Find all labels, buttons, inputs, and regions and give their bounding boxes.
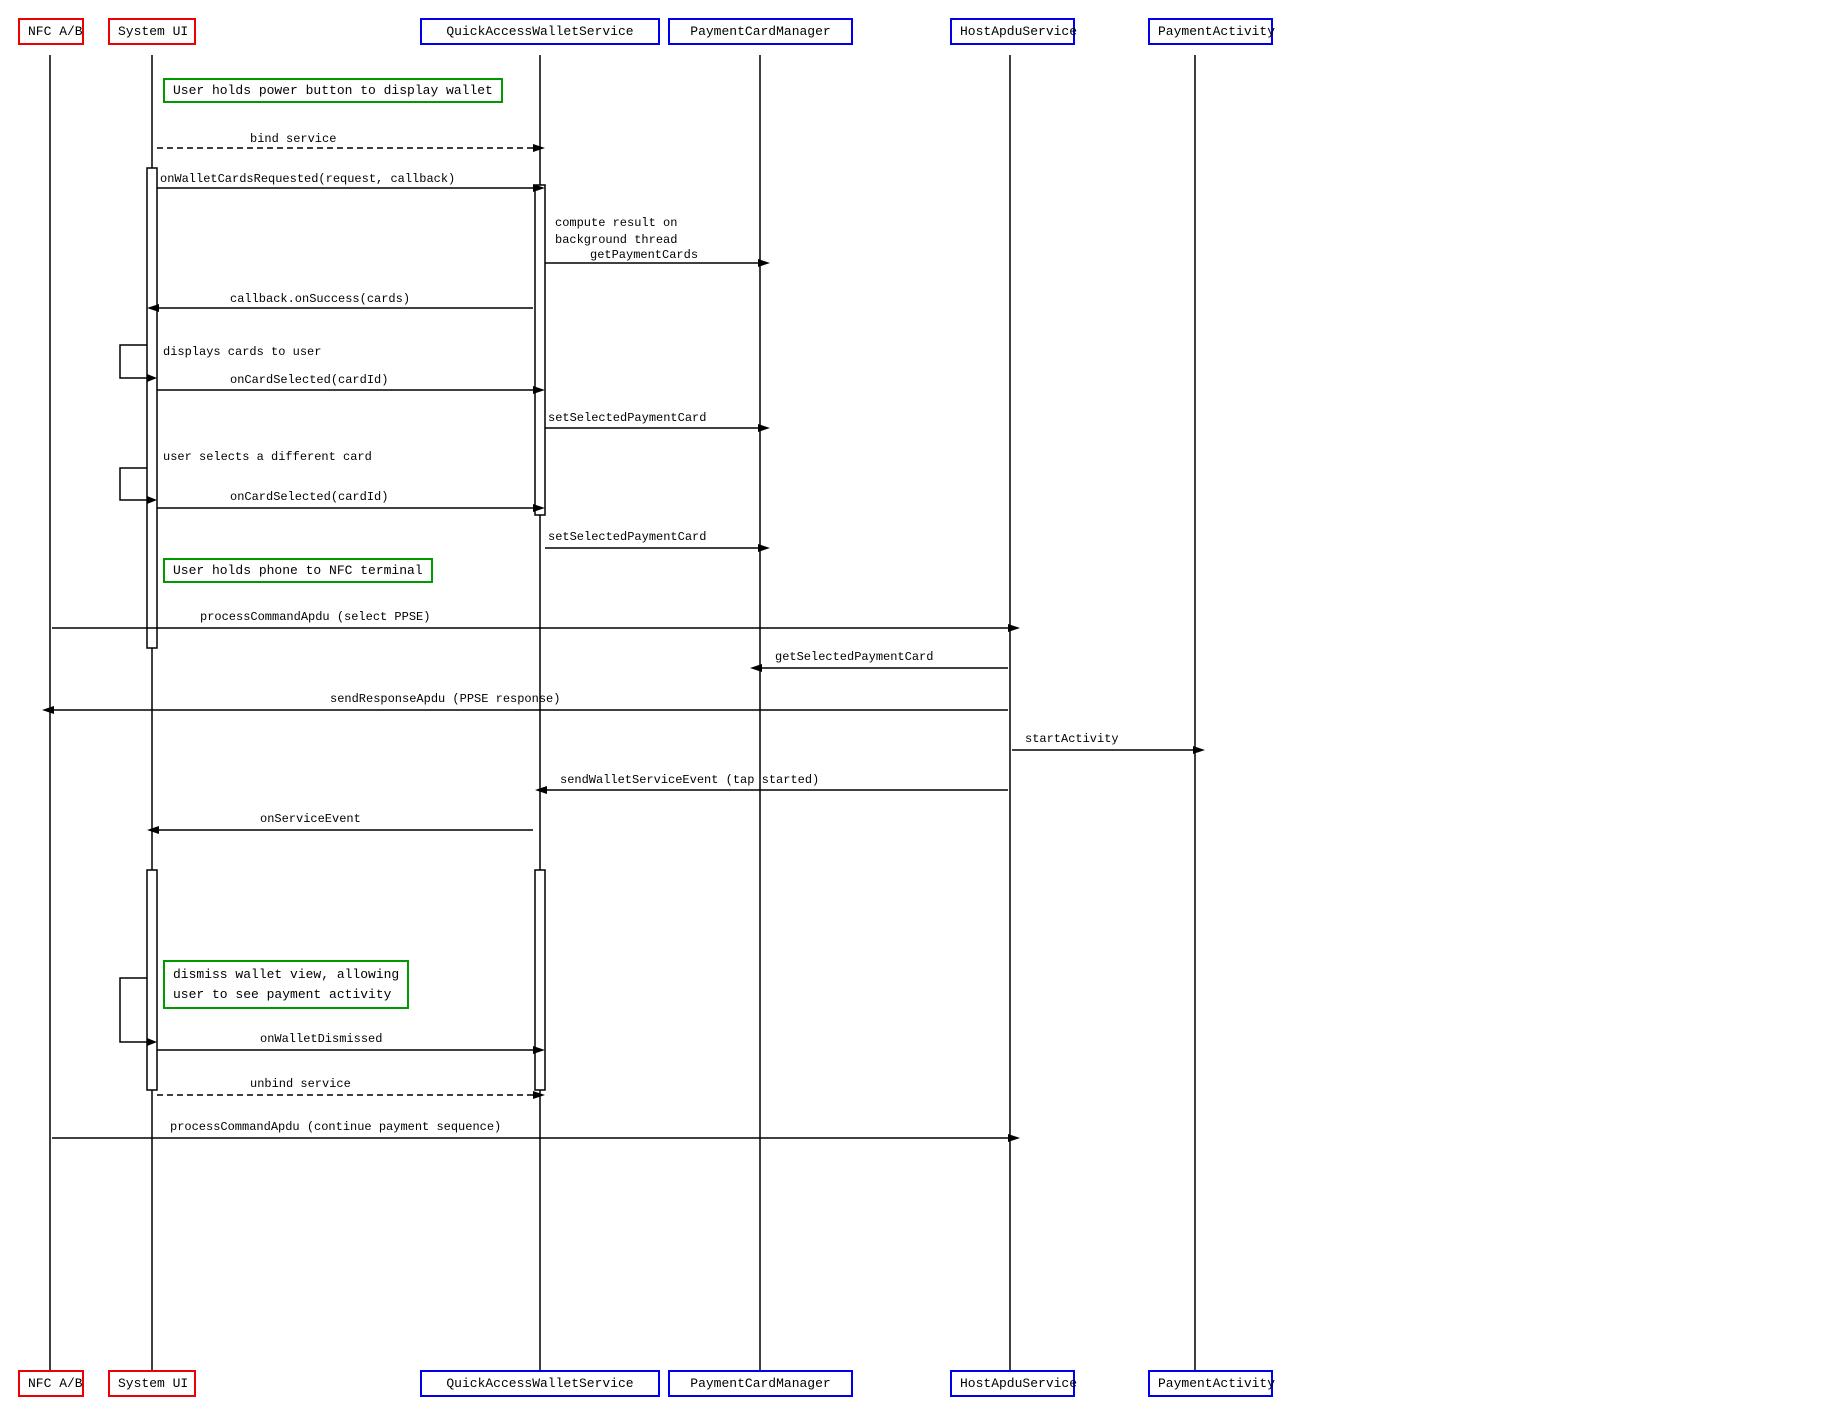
lifeline-qaws-bottom: QuickAccessWalletService [420, 1370, 660, 1397]
lifeline-pcm-top: PaymentCardManager [668, 18, 853, 45]
label-onserviceevent: onServiceEvent [260, 812, 361, 826]
lifeline-nfc-bottom: NFC A/B [18, 1370, 84, 1397]
label-unbind: unbind service [250, 1077, 351, 1091]
lifeline-nfc-top: NFC A/B [18, 18, 84, 45]
lifeline-qaws-top: QuickAccessWalletService [420, 18, 660, 45]
label-callback: callback.onSuccess(cards) [230, 292, 410, 306]
diagram-container: NFC A/B System UI QuickAccessWalletServi… [0, 0, 1845, 1424]
label-process-cmd2: processCommandApdu (continue payment seq… [170, 1120, 501, 1134]
note-nfc-terminal: User holds phone to NFC terminal [163, 558, 433, 583]
label-bind-service: bind service [250, 132, 336, 146]
label-process-cmd1: processCommandApdu (select PPSE) [200, 610, 430, 624]
label-getpayment: getPaymentCards [590, 248, 698, 262]
note-dismiss: dismiss wallet view, allowinguser to see… [163, 960, 409, 1009]
lifeline-sysui-top: System UI [108, 18, 196, 45]
label-compute: compute result onbackground thread [555, 215, 677, 249]
arrows-svg [0, 0, 1845, 1424]
lifeline-sysui-bottom: System UI [108, 1370, 196, 1397]
label-onwallet-dismissed: onWalletDismissed [260, 1032, 382, 1046]
label-onwallet-cards: onWalletCardsRequested(request, callback… [160, 172, 455, 186]
lifeline-pcm-bottom: PaymentCardManager [668, 1370, 853, 1397]
lifeline-pa-top: PaymentActivity [1148, 18, 1273, 45]
label-sendresponse: sendResponseApdu (PPSE response) [330, 692, 560, 706]
label-setselected1: setSelectedPaymentCard [548, 411, 706, 425]
label-oncardselected1: onCardSelected(cardId) [230, 373, 388, 387]
label-oncardselected2: onCardSelected(cardId) [230, 490, 388, 504]
label-displays: displays cards to user [163, 345, 321, 359]
lifeline-has-top: HostApduService [950, 18, 1075, 45]
label-sendwallet: sendWalletServiceEvent (tap started) [560, 773, 819, 787]
lifeline-pa-bottom: PaymentActivity [1148, 1370, 1273, 1397]
note-power-button: User holds power button to display walle… [163, 78, 503, 103]
label-startactivity: startActivity [1025, 732, 1119, 746]
label-user-selects: user selects a different card [163, 450, 372, 464]
label-setselected2: setSelectedPaymentCard [548, 530, 706, 544]
lifeline-has-bottom: HostApduService [950, 1370, 1075, 1397]
label-getselected: getSelectedPaymentCard [775, 650, 933, 664]
